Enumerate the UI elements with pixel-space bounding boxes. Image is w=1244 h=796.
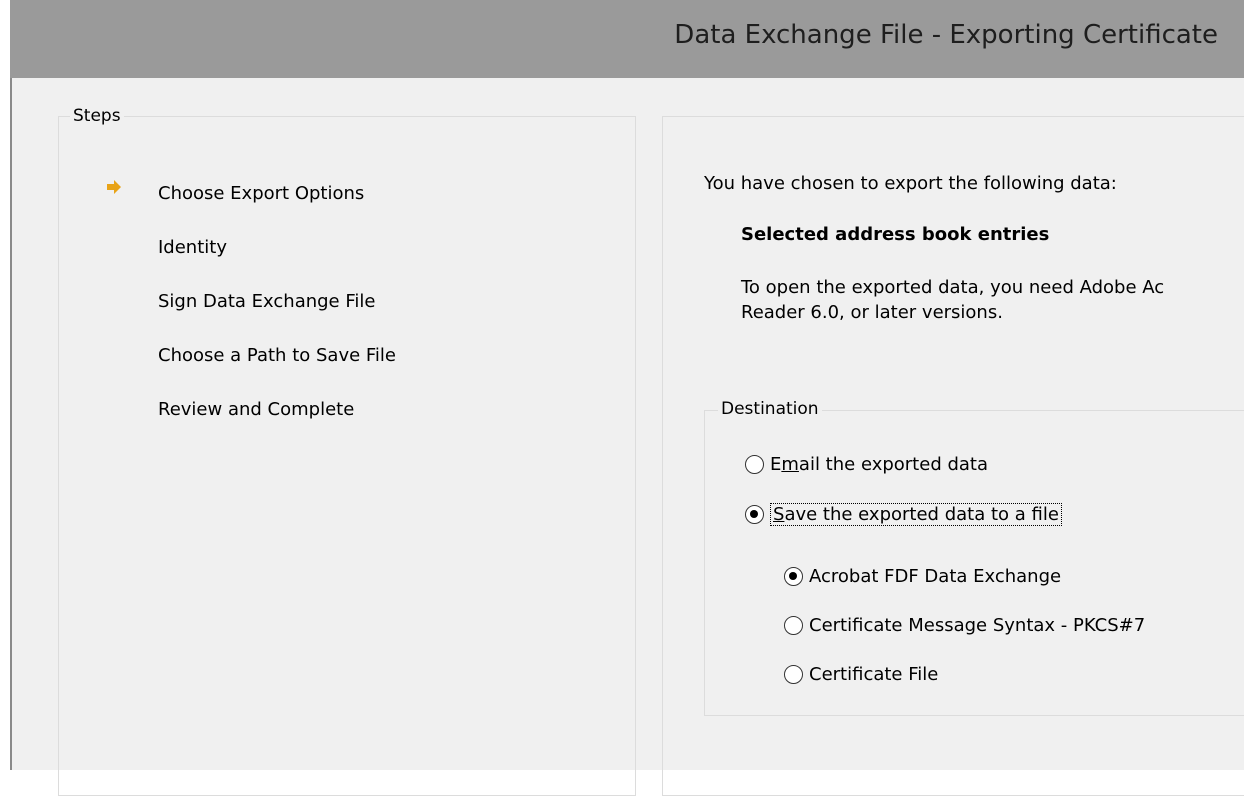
format-option-pkcs7[interactable]: Certificate Message Syntax - PKCS#7: [784, 615, 1145, 636]
selected-data-text: Selected address book entries: [741, 224, 1050, 245]
email-radio[interactable]: [745, 455, 764, 474]
steps-group: [58, 116, 636, 796]
destination-group-label: Destination: [718, 399, 822, 419]
save-to-file-label: Save the exported data to a file: [770, 503, 1062, 526]
step-identity: Identity: [158, 237, 227, 258]
requirement-text-line2: Reader 6.0, or later versions.: [741, 302, 1003, 323]
step-choose-path: Choose a Path to Save File: [158, 345, 397, 366]
title-bar: Data Exchange File - Exporting Certifica…: [10, 0, 1244, 78]
save-to-file-option[interactable]: Save the exported data to a file: [745, 503, 1062, 526]
certificate-file-label: Certificate File: [809, 664, 939, 685]
step-sign-data-exchange-file: Sign Data Exchange File: [158, 291, 376, 312]
step-choose-export-options: Choose Export Options: [158, 183, 365, 204]
intro-text: You have chosen to export the following …: [704, 173, 1117, 194]
dialog-content: Steps Choose Export Options Identity Sig…: [12, 78, 1244, 796]
save-to-file-radio[interactable]: [745, 505, 764, 524]
pkcs7-radio[interactable]: [784, 616, 803, 635]
format-option-fdf[interactable]: Acrobat FDF Data Exchange: [784, 566, 1061, 587]
pkcs7-label: Certificate Message Syntax - PKCS#7: [809, 615, 1146, 636]
right-arrow-icon: [107, 180, 121, 194]
steps-group-label: Steps: [70, 106, 124, 126]
certificate-file-radio[interactable]: [784, 665, 803, 684]
fdf-radio[interactable]: [784, 567, 803, 586]
format-option-certificate-file[interactable]: Certificate File: [784, 664, 938, 685]
email-option[interactable]: Email the exported data: [745, 454, 988, 475]
email-option-label: Email the exported data: [770, 454, 989, 475]
fdf-label: Acrobat FDF Data Exchange: [809, 566, 1062, 587]
step-review-and-complete: Review and Complete: [158, 399, 355, 420]
requirement-text-line1: To open the exported data, you need Adob…: [741, 277, 1165, 298]
window-title: Data Exchange File - Exporting Certifica…: [674, 20, 1218, 50]
